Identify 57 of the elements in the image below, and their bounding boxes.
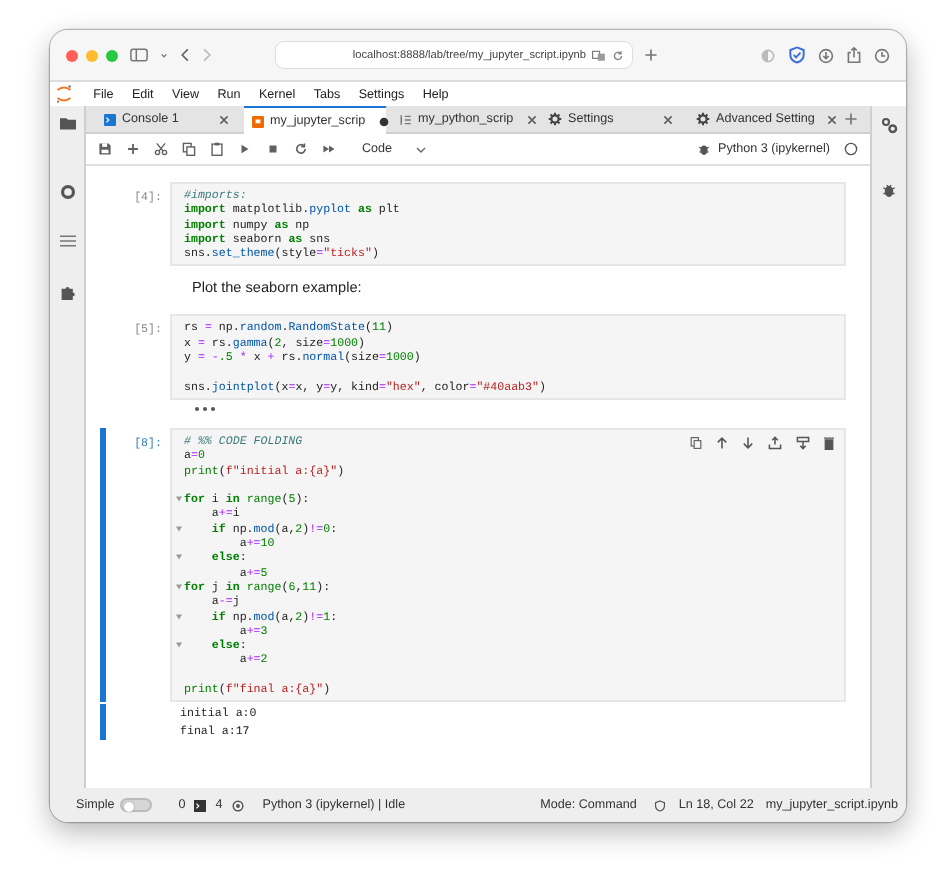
move-down-icon[interactable] <box>742 435 754 450</box>
fold-caret-icon[interactable] <box>175 496 181 503</box>
close-icon[interactable] <box>525 113 538 125</box>
fold-caret-icon[interactable] <box>175 584 181 591</box>
close-icon[interactable] <box>826 113 839 125</box>
caret-icon <box>416 145 427 153</box>
new-tab-icon[interactable] <box>644 48 658 62</box>
close-icon[interactable] <box>218 113 230 125</box>
terminal-icon[interactable] <box>193 799 206 811</box>
fold-caret-icon[interactable] <box>175 642 181 649</box>
download-icon[interactable] <box>818 47 834 63</box>
file-lines-icon <box>400 113 412 125</box>
plus-icon[interactable] <box>126 142 140 156</box>
copy-icon[interactable] <box>182 142 196 156</box>
delete-icon[interactable] <box>824 435 834 450</box>
fold-caret-icon[interactable] <box>175 525 181 532</box>
bug-icon[interactable] <box>698 142 710 156</box>
shield-check-icon[interactable] <box>788 46 806 64</box>
add-tab-icon[interactable] <box>844 112 858 126</box>
collapsed-output-icon[interactable] <box>194 405 216 412</box>
translate-icon[interactable] <box>592 49 606 61</box>
back-icon[interactable] <box>180 48 190 62</box>
duplicate-icon[interactable] <box>690 435 702 450</box>
share-icon[interactable] <box>846 46 862 64</box>
list-icon[interactable] <box>59 234 75 248</box>
shield-icon[interactable] <box>654 799 667 811</box>
move-up-icon[interactable] <box>716 435 728 450</box>
stop-icon[interactable] <box>266 142 280 156</box>
jupyter-logo-icon[interactable] <box>56 84 72 104</box>
kernel-status-icon <box>844 142 858 156</box>
insert-above-icon[interactable] <box>768 435 782 450</box>
cut-icon[interactable] <box>154 142 168 156</box>
puzzle-icon[interactable] <box>59 284 75 300</box>
kernel-icon[interactable] <box>232 799 245 811</box>
gears-icon[interactable] <box>880 116 898 134</box>
chevron-down-icon[interactable] <box>160 51 168 59</box>
run-icon[interactable] <box>238 142 252 156</box>
bug-icon[interactable] <box>882 182 896 198</box>
clock-icon[interactable] <box>874 47 890 63</box>
gear-icon <box>548 112 562 126</box>
reload-icon[interactable] <box>612 49 624 61</box>
running-icon[interactable] <box>59 184 75 200</box>
folder-icon[interactable] <box>59 116 75 130</box>
close-button[interactable] <box>66 49 78 61</box>
insert-below-icon[interactable] <box>796 435 810 450</box>
restart-icon[interactable] <box>294 142 308 156</box>
sidebar-icon[interactable] <box>130 48 148 62</box>
paste-icon[interactable] <box>210 142 224 156</box>
close-icon[interactable] <box>662 113 674 125</box>
console-icon <box>104 113 116 125</box>
notebook-icon <box>252 115 264 127</box>
fast-forward-icon[interactable] <box>322 142 336 156</box>
fold-caret-icon[interactable] <box>175 554 181 561</box>
gear-icon <box>696 112 710 126</box>
toggle-switch[interactable] <box>120 798 153 812</box>
save-icon[interactable] <box>98 142 112 156</box>
fold-caret-icon[interactable] <box>175 613 181 620</box>
